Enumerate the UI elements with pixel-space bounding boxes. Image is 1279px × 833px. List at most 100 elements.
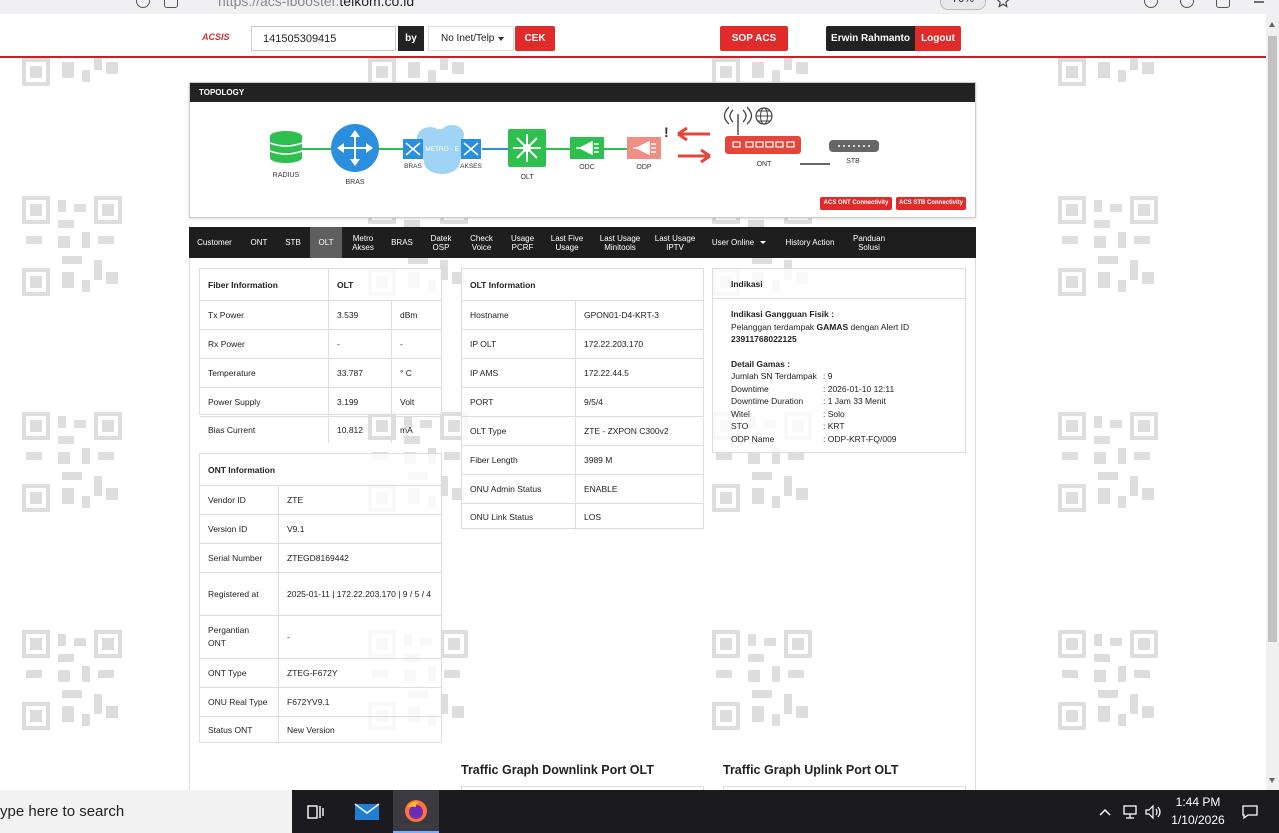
table-cell: ZTEGD8169442 (278, 544, 443, 572)
tab-label: History Action (785, 238, 835, 247)
acs-stb-connectivity-button[interactable]: ACS STB Connectivity (896, 197, 966, 210)
tab-check-voice[interactable]: Check Voice (465, 227, 498, 258)
tab-label: Last Five Usage (550, 233, 584, 252)
table-header-row: Fiber Information OLT (200, 269, 441, 300)
table-cell: ° C (391, 359, 443, 387)
tab-ont[interactable]: ONT (244, 227, 274, 258)
notifications-icon[interactable] (1236, 790, 1264, 833)
logout-button[interactable]: Logout (915, 26, 961, 51)
table-row: Registered at 2025-01-11 | 172.22.203.17… (200, 572, 441, 615)
scroll-up-icon[interactable] (1269, 22, 1275, 27)
share-icon[interactable] (1216, 0, 1230, 8)
tab-metro-akses[interactable]: Metro Akses (347, 227, 379, 258)
tab-olt[interactable]: OLT (310, 227, 342, 258)
detail-value: : 1 Jam 33 Menit (823, 396, 886, 406)
detail-key: Downtime (731, 383, 769, 394)
tab-label: OLT (318, 238, 334, 247)
table-row: ONU Link Status LOS (462, 503, 703, 530)
alert-id: 23911768022125 (731, 334, 797, 344)
tab-last-usage-minitools[interactable]: Last Usage Minitools (596, 227, 644, 258)
scroll-down-icon[interactable] (1269, 778, 1275, 783)
extensions-icon[interactable] (1144, 0, 1158, 8)
table-cell: F672YV9.1 (278, 688, 443, 716)
by-label: by (398, 26, 424, 51)
table-cell: ZTE (278, 486, 443, 514)
detail-value: : KRT (823, 421, 845, 431)
sop-acs-button[interactable]: SOP ACS (720, 26, 788, 51)
url-prefix: https://acs-ibooster. (218, 0, 340, 9)
table-row: Bias Current 10.812 mA (200, 416, 441, 443)
tab-bras[interactable]: BRAS (388, 227, 416, 258)
search-input[interactable] (251, 26, 396, 51)
detail-key: ODP Name (731, 433, 775, 444)
firefox-taskbar-button[interactable] (393, 790, 439, 833)
table-row: Hostname GPON01-D4-KRT-3 (462, 300, 703, 329)
task-view-icon[interactable] (298, 790, 334, 833)
app-logo[interactable]: ACSIS (202, 32, 230, 42)
tab-customer[interactable]: Customer (189, 227, 240, 258)
tab-last-usage-iptv[interactable]: Last Usage IPTV (651, 227, 699, 258)
check-button[interactable]: CEK (515, 26, 555, 51)
user-name[interactable]: Erwin Rahmanto (826, 26, 915, 51)
acs-ont-connectivity-button[interactable]: ACS ONT Connectivity (820, 197, 892, 210)
bookmark-star-icon[interactable] (996, 0, 1010, 8)
taskbar-clock[interactable]: 1:44 PM 1/10/2026 (1166, 793, 1230, 829)
tab-stb[interactable]: STB (278, 227, 308, 258)
table-row: Pergantian ONT - (200, 615, 441, 658)
scrollbar-thumb[interactable] (1268, 36, 1277, 642)
browser-toolbar: https://acs-ibooster.telkom.co.id 70% (0, 0, 1279, 14)
detail-value: : 9 (823, 371, 833, 381)
chevron-up-icon[interactable] (1096, 790, 1114, 833)
odc-icon (570, 137, 604, 159)
clock-time: 1:44 PM (1175, 795, 1221, 809)
table-cell: ZTE - ZXPON C300v2 (575, 417, 705, 445)
zoom-indicator[interactable]: 70% (940, 0, 986, 10)
table-cell: IP OLT (470, 339, 497, 349)
tab-label: Last Usage Minitools (599, 233, 641, 252)
detail-row: Jumlah SN Terdampak: 9 (731, 370, 965, 383)
taskbar-search-box[interactable]: ype here to search (0, 790, 292, 833)
table-header-cell: Fiber Information (208, 279, 278, 290)
search-type-select[interactable]: No Inet/Telp (428, 26, 514, 51)
address-bar[interactable]: https://acs-ibooster.telkom.co.id (218, 0, 414, 9)
tab-user-online[interactable]: User Online (708, 227, 770, 258)
table-cell: 10.812 (328, 417, 391, 443)
volume-icon[interactable] (1143, 790, 1163, 833)
tab-panduan-solusi[interactable]: Panduan Solusi (847, 227, 891, 258)
bras-switch-icon (403, 139, 423, 159)
table-cell: ONU Real Type (208, 697, 268, 707)
qr-watermark (1058, 412, 1158, 512)
table-cell: Bias Current (208, 425, 256, 435)
app-header: ACSIS by No Inet/Telp CEK SOP ACS Erwin … (0, 14, 1266, 58)
tab-last-five-usage[interactable]: Last Five Usage (545, 227, 589, 258)
tab-label: STB (285, 238, 301, 247)
tab-label: Usage PCRF (510, 233, 535, 252)
shield-icon[interactable] (136, 0, 150, 8)
detail-key: Witel (731, 408, 750, 419)
table-cell: Version ID (208, 524, 248, 534)
tab-history-action[interactable]: History Action (780, 227, 840, 258)
tab-label: Customer (197, 238, 232, 247)
indikasi-gangguan-title: Indikasi Gangguan Fisik : (731, 309, 834, 319)
menu-icon[interactable] (1252, 0, 1266, 8)
account-icon[interactable] (1180, 0, 1194, 8)
table-header-row: OLT Information (462, 269, 703, 300)
bidirectional-arrows-icon (677, 126, 711, 164)
table-cell: Fiber Length (470, 455, 518, 465)
mail-icon[interactable] (348, 790, 386, 833)
vertical-scrollbar[interactable] (1266, 14, 1279, 790)
tab-label: BRAS (391, 238, 413, 247)
table-cell: mA (391, 417, 443, 443)
table-cell: - (278, 616, 443, 658)
tab-usage-pcrf[interactable]: Usage PCRF (506, 227, 539, 258)
tab-datek-osp[interactable]: Datek OSP (425, 227, 457, 258)
table-row: Vendor ID ZTE (200, 485, 441, 514)
lock-icon[interactable] (164, 0, 178, 8)
table-row: ONU Admin Status ENABLE (462, 474, 703, 503)
network-icon[interactable] (1119, 790, 1141, 833)
firefox-icon (405, 800, 427, 822)
table-row: Tx Power 3.539 dBm (200, 300, 441, 329)
table-cell: Tx Power (208, 310, 244, 320)
table-cell: - (328, 330, 391, 358)
globe-icon (755, 107, 773, 125)
